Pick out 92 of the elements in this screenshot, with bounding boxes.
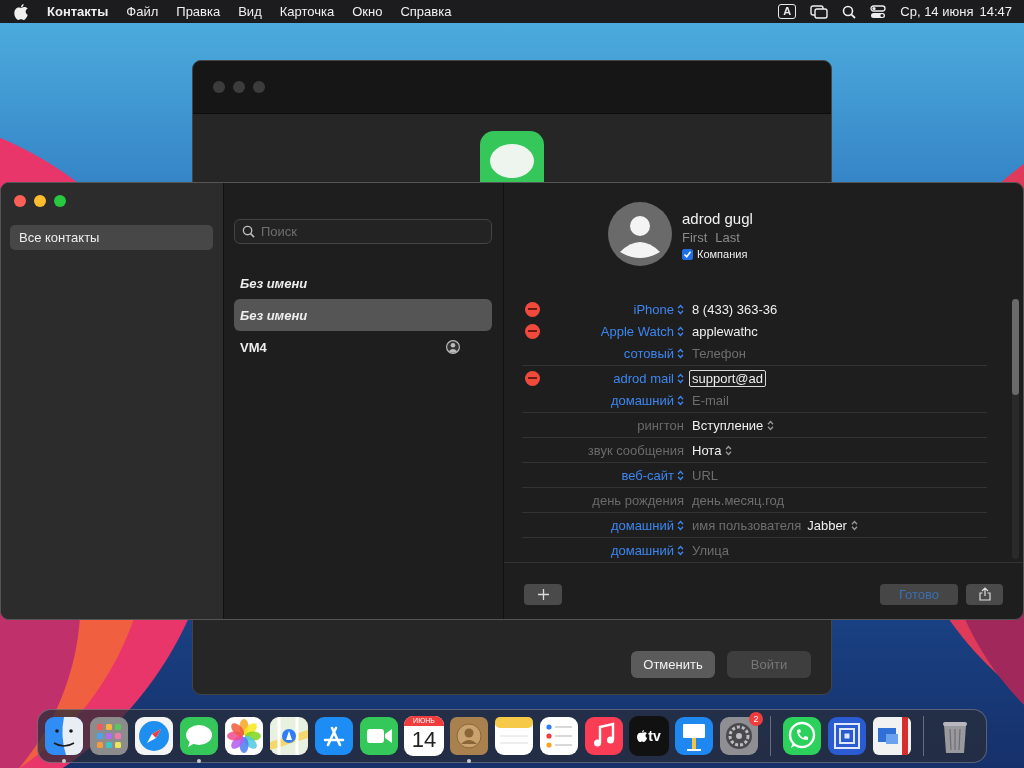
field-label: рингтон — [637, 417, 684, 433]
field-type-popup[interactable]: Apple Watch — [600, 323, 684, 339]
scrollbar-thumb[interactable] — [1012, 299, 1019, 395]
smiling-face-icon[interactable] — [44, 716, 84, 756]
speech-bubble-icon — [480, 131, 544, 183]
input-field[interactable]: support@ad — [689, 369, 767, 387]
input-source-indicator[interactable]: A — [778, 4, 797, 19]
concentric-squares-icon[interactable] — [827, 716, 867, 756]
close-button[interactable] — [14, 195, 26, 207]
app-menu[interactable]: Контакты — [38, 4, 118, 19]
updown-chevron-icon — [677, 394, 684, 406]
updown-chevron-icon — [677, 303, 684, 315]
music-note-icon[interactable] — [584, 716, 624, 756]
contact-name: VM4 — [240, 339, 267, 355]
value-popup[interactable]: Нота — [692, 442, 733, 458]
search-icon[interactable] — [842, 4, 857, 19]
menu-item[interactable]: Файл — [117, 4, 168, 19]
cancel-button[interactable]: Отменить — [631, 651, 715, 678]
menu-item[interactable]: Вид — [229, 4, 271, 19]
contact-name: Без имени — [240, 275, 308, 291]
menu-bar-time[interactable]: 14:47 — [979, 4, 1012, 19]
input-field[interactable]: 8 (433) 363-36 — [692, 301, 778, 317]
field-type-popup[interactable]: iPhone — [633, 301, 684, 317]
app-store-icon[interactable] — [314, 716, 354, 756]
sidebar-item[interactable]: Все контакты — [10, 225, 213, 250]
calendar-day: 14 — [411, 726, 437, 754]
tv-icon[interactable]: tv — [629, 716, 669, 756]
notification-badge: 2 — [749, 712, 763, 726]
screen-mirroring-icon[interactable] — [810, 4, 829, 19]
contact-name[interactable]: adrod gugl — [682, 210, 753, 227]
menu-item[interactable]: Окно — [343, 4, 392, 19]
minimize-button[interactable] — [34, 195, 46, 207]
updown-chevron-icon — [850, 519, 858, 531]
checklist-icon[interactable] — [539, 716, 579, 756]
updown-chevron-icon — [725, 444, 733, 456]
company-label: Компания — [697, 248, 748, 260]
value-popup[interactable]: Вступление — [692, 417, 775, 433]
remove-field-button[interactable] — [525, 370, 540, 386]
window-icon[interactable] — [872, 716, 912, 756]
field-label: день рождения — [592, 492, 684, 508]
field-label: звук сообщения — [587, 442, 684, 458]
apple-logo-icon[interactable] — [14, 3, 28, 20]
avatar[interactable] — [608, 202, 672, 266]
search-placeholder: Поиск — [261, 224, 298, 239]
notepad-icon[interactable] — [494, 716, 534, 756]
updown-chevron-icon — [677, 544, 684, 556]
contact-list-item[interactable]: Без имени — [234, 299, 492, 331]
company-checkbox[interactable] — [682, 248, 693, 260]
phone-bubble-icon[interactable] — [782, 716, 822, 756]
remove-field-button[interactable] — [525, 323, 540, 339]
input-field[interactable]: applewathc — [692, 323, 758, 339]
last-name-field[interactable]: Last — [715, 230, 740, 245]
field-type-popup[interactable]: домашний — [610, 542, 684, 558]
video-camera-icon[interactable] — [359, 716, 399, 756]
updown-chevron-icon — [677, 519, 684, 531]
field-type-popup[interactable]: веб-сайт — [621, 467, 684, 483]
contact-list-item[interactable]: Без имени — [234, 267, 492, 299]
zoom-button[interactable] — [54, 195, 66, 207]
tv-label: tv — [648, 728, 661, 744]
flower-icon[interactable] — [224, 716, 264, 756]
search-icon — [242, 225, 255, 238]
first-name-field[interactable]: First — [682, 230, 708, 245]
share-button[interactable] — [966, 583, 1003, 605]
remove-field-button[interactable] — [525, 301, 540, 317]
contact-name: Без имени — [240, 307, 308, 323]
map-icon[interactable] — [269, 716, 309, 756]
add-field-button[interactable] — [524, 583, 562, 605]
control-center-icon[interactable] — [870, 4, 887, 19]
field-type-popup[interactable]: adrod mail — [613, 370, 684, 386]
value-popup[interactable]: Jabber — [807, 517, 858, 533]
field-type-popup[interactable]: сотовый — [623, 345, 684, 361]
gear-icon[interactable] — [719, 716, 759, 756]
updown-chevron-icon — [677, 469, 684, 481]
menu-item[interactable]: Справка — [391, 4, 461, 19]
field-type-popup[interactable]: домашний — [610, 392, 684, 408]
contact-list-item[interactable]: VM4 — [234, 331, 492, 363]
address-book-icon[interactable] — [449, 716, 489, 756]
field-type-popup[interactable]: домашний — [610, 517, 684, 533]
share-icon — [978, 587, 991, 601]
updown-chevron-icon — [767, 419, 775, 431]
compass-icon[interactable] — [134, 716, 174, 756]
speech-bubble-icon[interactable] — [179, 716, 219, 756]
plus-icon — [537, 588, 549, 600]
podium-icon[interactable] — [674, 716, 714, 756]
updown-chevron-icon — [677, 325, 684, 337]
menu-item[interactable]: Карточка — [270, 4, 344, 19]
app-grid-icon[interactable] — [89, 716, 129, 756]
updown-chevron-icon — [677, 347, 684, 359]
menu-bar-date[interactable]: Ср, 14 июня — [900, 4, 974, 19]
apple-logo-icon — [637, 730, 648, 742]
updown-chevron-icon — [677, 372, 684, 384]
menu-item[interactable]: Правка — [167, 4, 230, 19]
